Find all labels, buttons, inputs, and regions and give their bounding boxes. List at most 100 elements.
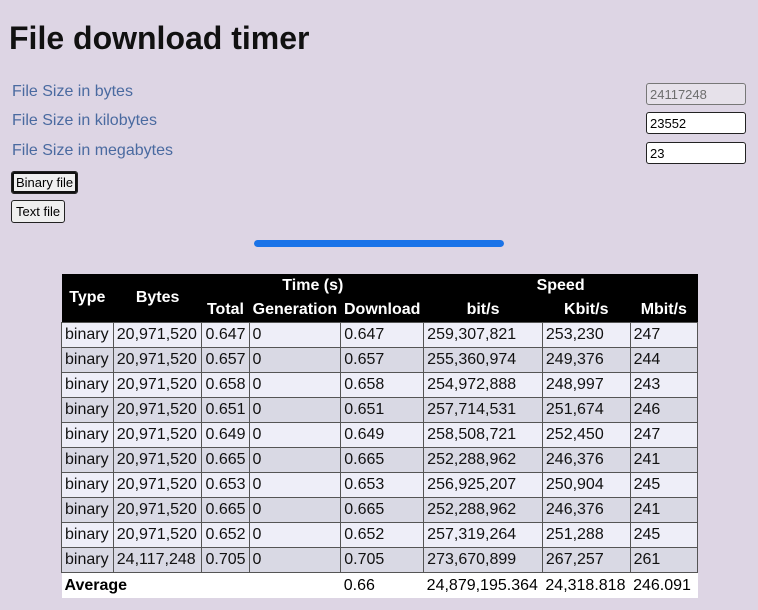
cell-type: binary	[61, 522, 114, 548]
cell-bits: 273,670,899	[423, 547, 543, 573]
header-time-group: Time (s)	[201, 274, 424, 298]
cell-download: 0.705	[340, 547, 425, 573]
cell-bytes: 20,971,520	[112, 422, 203, 448]
cell-generation: 0	[248, 397, 342, 423]
cell-kbits: 250,904	[541, 472, 631, 498]
table-row: binary 20,971,520 0.652 0 0.652 257,319,264 25…	[61, 522, 699, 548]
cell-type: binary	[61, 347, 114, 373]
cell-total: 0.658	[201, 372, 250, 398]
cell-generation: 0	[248, 447, 342, 473]
cell-mbits: 245	[629, 522, 699, 548]
cell-download: 0.652	[340, 522, 425, 548]
cell-mbits: 241	[629, 447, 699, 473]
cell-bits: 258,508,721	[423, 422, 543, 448]
cell-bits: 257,319,264	[423, 522, 543, 548]
file-size-kilobytes-label: File Size in kilobytes	[12, 112, 157, 129]
cell-mbits: 241	[629, 497, 699, 523]
cell-total: 0.647	[201, 322, 250, 348]
cell-type: binary	[61, 472, 114, 498]
cell-kbits: 251,674	[541, 397, 631, 423]
cell-kbits: 253,230	[541, 322, 631, 348]
cell-type: binary	[61, 322, 114, 348]
file-size-megabytes-label: File Size in megabytes	[12, 142, 173, 159]
header-total: Total	[201, 298, 250, 323]
cell-bytes: 20,971,520	[112, 497, 203, 523]
cell-mbits: 261	[629, 547, 699, 573]
cell-download: 0.657	[340, 347, 425, 373]
cell-bits: 256,925,207	[423, 472, 543, 498]
binary-file-button[interactable]: Binary file	[11, 171, 79, 194]
header-bits: bit/s	[423, 298, 543, 323]
download-progress-fill	[254, 240, 504, 247]
text-file-button[interactable]: Text file	[11, 200, 66, 223]
cell-mbits: 245	[629, 472, 699, 498]
cell-bits: 259,307,821	[423, 322, 543, 348]
cell-generation: 0	[248, 347, 342, 373]
file-size-megabytes-input[interactable]	[646, 142, 746, 164]
header-download: Download	[340, 298, 424, 323]
cell-kbits: 267,257	[541, 547, 631, 573]
cell-total: 0.651	[201, 397, 250, 423]
cell-generation: 0	[248, 497, 342, 523]
cell-download: 0.658	[340, 372, 425, 398]
cell-download: 0.649	[340, 422, 425, 448]
cell-total: 0.652	[201, 522, 250, 548]
cell-bytes: 20,971,520	[112, 522, 203, 548]
average-mbits: 246.091	[630, 572, 698, 598]
average-download: 0.66	[340, 572, 424, 598]
table-row: binary 20,971,520 0.647 0 0.647 259,307,821 25…	[61, 322, 699, 348]
cell-bytes: 24,117,248	[112, 547, 203, 573]
cell-type: binary	[61, 447, 114, 473]
file-size-kilobytes-input[interactable]	[646, 112, 746, 134]
header-mbits: Mbit/s	[630, 298, 698, 323]
cell-bits: 254,972,888	[423, 372, 543, 398]
cell-kbits: 251,288	[541, 522, 631, 548]
cell-type: binary	[61, 372, 114, 398]
table-row: binary 20,971,520 0.665 0 0.665 252,288,962 24…	[61, 497, 699, 523]
cell-bits: 257,714,531	[423, 397, 543, 423]
cell-total: 0.657	[201, 347, 250, 373]
cell-kbits: 252,450	[541, 422, 631, 448]
cell-bits: 252,288,962	[423, 447, 543, 473]
cell-kbits: 246,376	[541, 497, 631, 523]
cell-download: 0.665	[340, 497, 425, 523]
table-row: binary 20,971,520 0.653 0 0.653 256,925,207 25…	[61, 472, 699, 498]
cell-generation: 0	[248, 372, 342, 398]
cell-generation: 0	[248, 547, 342, 573]
file-size-bytes-input[interactable]	[646, 83, 746, 105]
cell-generation: 0	[248, 322, 342, 348]
header-bytes: Bytes	[113, 274, 202, 323]
average-row: Average 0.66 24,879,195.364 24,318.818 2…	[61, 572, 698, 598]
cell-mbits: 243	[629, 372, 699, 398]
cell-bytes: 20,971,520	[112, 447, 203, 473]
header-generation: Generation	[249, 298, 341, 323]
cell-total: 0.665	[201, 447, 250, 473]
average-label: Average	[61, 572, 341, 598]
cell-bytes: 20,971,520	[112, 372, 203, 398]
cell-kbits: 248,997	[541, 372, 631, 398]
cell-total: 0.653	[201, 472, 250, 498]
cell-bits: 255,360,974	[423, 347, 543, 373]
header-type: Type	[61, 274, 114, 323]
table-row: binary 20,971,520 0.658 0 0.658 254,972,888 24…	[61, 372, 699, 398]
results-body: binary 20,971,520 0.647 0 0.647 259,307,821 25…	[61, 322, 699, 573]
cell-download: 0.647	[340, 322, 425, 348]
cell-type: binary	[61, 422, 114, 448]
page-title: File download timer	[9, 20, 310, 56]
download-progress-bar	[254, 240, 504, 247]
cell-download: 0.651	[340, 397, 425, 423]
cell-generation: 0	[248, 472, 342, 498]
cell-bytes: 20,971,520	[112, 397, 203, 423]
cell-mbits: 244	[629, 347, 699, 373]
table-row: binary 20,971,520 0.665 0 0.665 252,288,962 24…	[61, 447, 699, 473]
results-table: Type Bytes Time (s) Speed Total Generati…	[61, 274, 699, 598]
average-bits: 24,879,195.364	[423, 572, 543, 598]
file-size-bytes-label: File Size in bytes	[12, 83, 133, 100]
cell-mbits: 247	[629, 422, 699, 448]
cell-bits: 252,288,962	[423, 497, 543, 523]
cell-bytes: 20,971,520	[112, 322, 203, 348]
cell-mbits: 246	[629, 397, 699, 423]
table-row: binary 20,971,520 0.649 0 0.649 258,508,721 25…	[61, 422, 699, 448]
cell-kbits: 246,376	[541, 447, 631, 473]
cell-download: 0.665	[340, 447, 425, 473]
